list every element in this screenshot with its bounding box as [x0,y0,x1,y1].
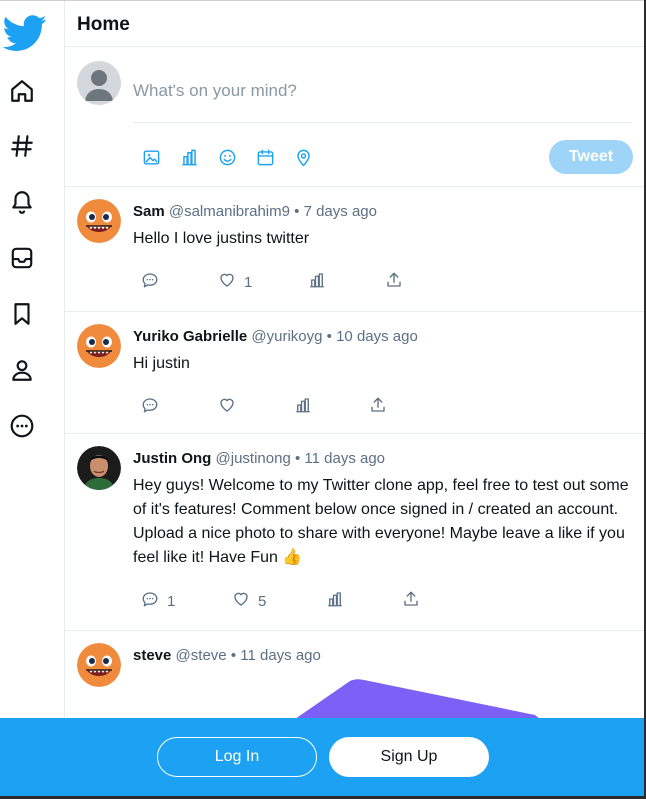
author-name[interactable]: Sam [133,203,165,220]
share-button[interactable] [385,271,403,293]
composer-toolbar [141,147,313,167]
author-handle[interactable]: @justinong [216,450,291,467]
tweet-actions: 1 [133,271,632,295]
meta-separator: • [230,647,237,664]
login-button[interactable]: Log In [157,737,317,777]
hashtag-icon[interactable] [8,132,36,160]
meta-separator: • [294,450,301,467]
avatar[interactable] [77,446,121,490]
bookmark-icon[interactable] [8,300,36,328]
stats-button[interactable] [308,271,326,293]
like-button[interactable] [218,396,244,418]
emoji-icon[interactable] [217,147,237,167]
tweet-composer: Tweet [65,47,644,187]
author-name[interactable]: Justin Ong [133,450,211,467]
like-count: 1 [244,273,253,291]
home-icon[interactable] [8,77,36,105]
tweet-item[interactable]: Sam @salmanibrahim9 • 7 days ago Hello I… [65,187,644,312]
tweet-body: Justin Ong @justinong • 11 days ago Hey … [133,434,644,614]
auth-footer: Log In Sign Up [0,718,644,796]
avatar[interactable] [77,324,121,368]
more-icon[interactable] [8,412,36,440]
tweet-text: Hi justin [133,355,190,372]
reply-icon [141,590,159,612]
user-avatar [77,61,121,105]
avatar[interactable] [77,199,121,243]
tweet-actions [133,396,632,420]
profile-icon[interactable] [8,356,36,384]
tweet-body: Yuriko Gabrielle @yurikoyg • 10 days ago… [133,312,644,420]
reply-button[interactable] [141,271,167,293]
tweet-timestamp: 11 days ago [240,647,321,664]
avatar[interactable] [77,643,121,687]
reply-icon [141,396,159,418]
tweet-text: Hello I love justins twitter [133,230,310,247]
share-icon [385,271,403,293]
reply-button[interactable] [141,396,167,418]
page-header: Home [65,1,644,47]
tweet-timestamp: 11 days ago [304,450,386,467]
tweet-text: Hey guys! Welcome to my Twitter clone ap… [133,477,629,566]
like-button[interactable]: 1 [218,271,252,293]
author-name[interactable]: steve [133,647,171,664]
tweet-meta: Justin Ong @justinong • 11 days ago [133,449,632,469]
tweet-timestamp: 10 days ago [336,328,418,345]
author-handle[interactable]: @steve [176,647,227,664]
schedule-icon[interactable] [255,147,275,167]
main-timeline: Home What's on your mind? Tweet Sam @sal… [65,1,644,796]
tweet-actions: 1 5 [133,590,632,614]
composer-divider [133,122,632,123]
stats-button[interactable] [294,396,312,418]
author-handle[interactable]: @yurikoyg [251,328,322,345]
location-icon[interactable] [293,147,313,167]
tweet-timestamp: 7 days ago [303,203,377,220]
heart-icon [218,271,236,293]
like-button[interactable]: 5 [232,590,266,612]
tweet-meta: steve @steve • 11 days ago [133,646,632,666]
reply-button[interactable]: 1 [141,590,175,612]
reply-icon [141,271,159,293]
heart-icon [232,590,250,612]
page-title: Home [77,14,130,35]
stats-button[interactable] [326,590,344,612]
tweet-body: steve @steve • 11 days ago [133,631,644,666]
reply-count: 1 [167,592,176,610]
tweet-button[interactable]: Tweet [549,140,633,174]
share-button[interactable] [369,396,387,418]
author-handle[interactable]: @salmanibrahim9 [169,203,290,220]
meta-separator: • [294,203,300,220]
signup-button[interactable]: Sign Up [329,737,489,777]
tweet-body: Sam @salmanibrahim9 • 7 days ago Hello I… [133,187,644,295]
share-button[interactable] [402,590,420,612]
tweet-meta: Yuriko Gabrielle @yurikoyg • 10 days ago [133,327,632,347]
app-window: Home What's on your mind? Tweet Sam @sal… [0,0,644,796]
tweet-image[interactable] [290,679,550,719]
share-icon [369,396,387,418]
tweet-input[interactable] [133,63,628,119]
stats-icon [294,396,312,418]
stats-icon [326,590,344,612]
like-count: 5 [258,592,267,610]
author-name[interactable]: Yuriko Gabrielle [133,328,247,345]
tweet-item[interactable]: Yuriko Gabrielle @yurikoyg • 10 days ago… [65,312,644,434]
meta-separator: • [326,328,332,345]
twitter-logo-icon[interactable] [0,11,50,57]
tweet-item[interactable]: Justin Ong @justinong • 11 days ago Hey … [65,434,644,631]
share-icon [402,590,420,612]
bell-icon[interactable] [8,188,36,216]
tweet-meta: Sam @salmanibrahim9 • 7 days ago [133,202,632,222]
inbox-icon[interactable] [8,244,36,272]
image-icon[interactable] [141,147,161,167]
sidebar [0,1,65,796]
stats-icon [308,271,326,293]
heart-icon [218,396,236,418]
poll-icon[interactable] [179,147,199,167]
